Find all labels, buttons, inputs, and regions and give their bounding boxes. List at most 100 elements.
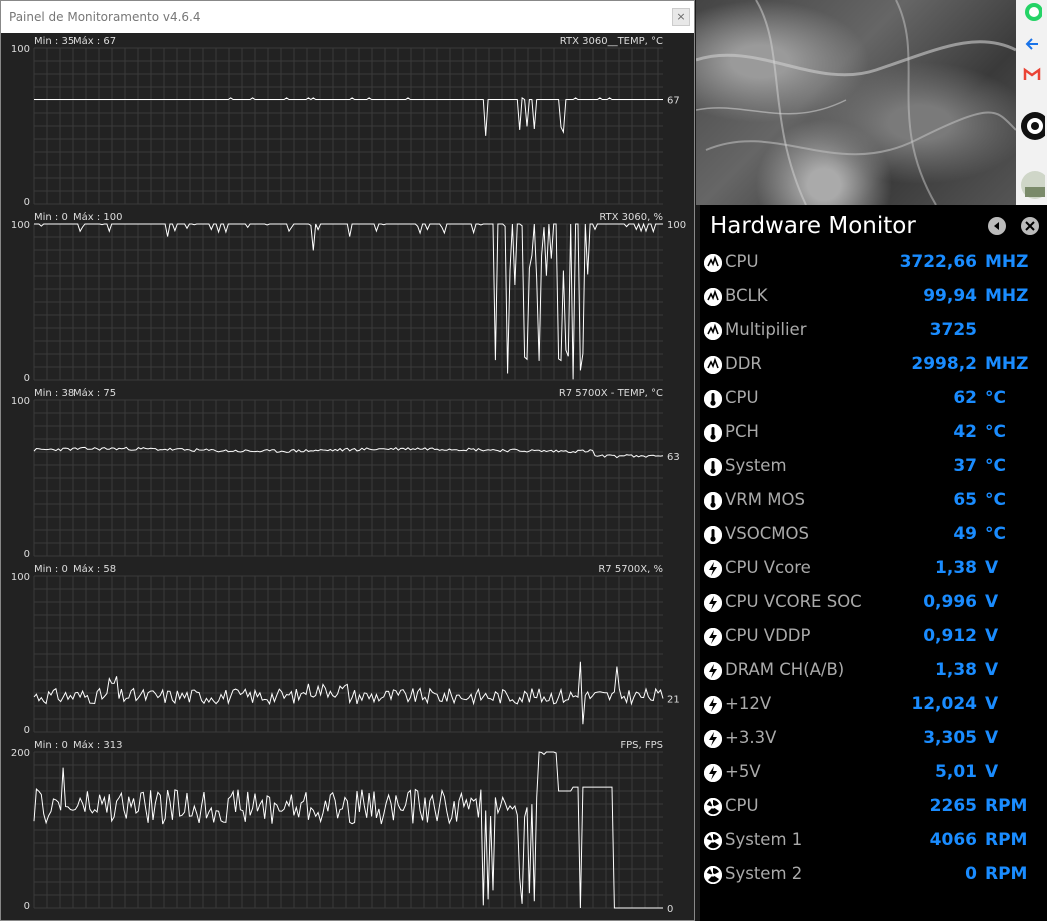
y-axis-top-label: 200 — [11, 748, 30, 759]
sensor-value: 4066 — [929, 830, 977, 850]
graph-panel: Min : 35Máx : 67 RTX 3060__TEMP, °C 100 0 67 — [1, 33, 694, 209]
sensor-value: 99,94 — [923, 286, 977, 306]
fan-icon — [704, 866, 722, 884]
sensor-unit: V — [985, 728, 999, 748]
panel-title: Hardware Monitor — [710, 213, 916, 239]
sensor-label: System 1 — [725, 830, 803, 849]
sensor-label: CPU Vcore — [725, 558, 811, 577]
graph-name: R7 5700X, % — [598, 564, 663, 575]
sensor-unit: °C — [985, 388, 1006, 408]
current-value: 21 — [667, 695, 680, 706]
min-label: Min : 0 — [34, 212, 68, 223]
sensor-unit: RPM — [985, 830, 1028, 850]
graph-background — [1, 33, 694, 209]
sensor-unit: RPM — [985, 864, 1028, 884]
min-label: Min : 0 — [34, 564, 68, 575]
fan-icon — [704, 798, 722, 816]
graph-panel: Min : 0 Máx : 313 FPS, FPS 200 0 0 — [1, 737, 694, 915]
max-label: Máx : 75 — [73, 387, 116, 399]
sensor-unit: V — [985, 660, 999, 680]
sensor-row: CPU 2265 RPM — [700, 791, 1047, 825]
back-arrow-icon[interactable] — [1016, 34, 1047, 58]
sensor-row: System 1 4066 RPM — [700, 825, 1047, 859]
window-titlebar[interactable]: Painel de Monitoramento v4.6.4 × — [1, 1, 694, 33]
sensor-value: 62 — [953, 388, 977, 408]
y-axis-bottom-label: 0 — [24, 549, 30, 560]
sensor-row: +3.3V 3,305 V — [700, 723, 1047, 757]
y-axis-top-label: 100 — [11, 572, 30, 583]
sensor-unit: V — [985, 762, 999, 782]
lightning-icon — [704, 628, 722, 646]
back-button[interactable] — [988, 217, 1006, 235]
min-label: Min : 35 — [34, 36, 74, 47]
sensor-row: DDR 2998,2 MHZ — [700, 349, 1047, 383]
thermometer-icon — [704, 390, 722, 408]
sensor-value: 1,38 — [935, 660, 977, 680]
sensor-label: DDR — [725, 354, 762, 373]
sensor-row: CPU 62 °C — [700, 383, 1047, 417]
thermometer-icon — [704, 424, 722, 442]
sensor-label: +3.3V — [725, 728, 777, 747]
lightning-icon — [704, 730, 722, 748]
y-axis-top-label: 100 — [11, 44, 30, 55]
y-axis-bottom-label: 0 — [24, 197, 30, 208]
sensor-label: System — [725, 456, 787, 475]
graphs-svg: Min : 35Máx : 67 RTX 3060__TEMP, °C 100 0 67… — [1, 33, 694, 915]
profile-avatar-1[interactable] — [1016, 98, 1047, 162]
whatsapp-icon[interactable] — [1016, 2, 1047, 26]
sensor-value: 3,305 — [923, 728, 977, 748]
sensor-label: DRAM CH(A/B) — [725, 660, 845, 679]
gmail-icon[interactable] — [1016, 66, 1047, 86]
sensor-label: CPU VDDP — [725, 626, 811, 645]
sensor-label: CPU — [725, 252, 759, 271]
sensor-unit: RPM — [985, 796, 1028, 816]
sensor-row: +5V 5,01 V — [700, 757, 1047, 791]
max-label: Máx : 100 — [73, 211, 123, 223]
y-axis-top-label: 100 — [11, 396, 30, 407]
sensor-row: System 37 °C — [700, 451, 1047, 485]
sensor-label: PCH — [725, 422, 759, 441]
sensor-unit: V — [985, 694, 999, 714]
cpu-chip-icon — [704, 356, 722, 374]
current-value: 67 — [667, 95, 680, 106]
sensor-row: Multipilier 3725 — [700, 315, 1047, 349]
window-title: Painel de Monitoramento v4.6.4 — [9, 10, 201, 24]
sensor-unit: V — [985, 592, 999, 612]
sensor-value: 2265 — [929, 796, 977, 816]
graph-panel: Min : 0 Máx : 100 RTX 3060, % 100 0 100 — [1, 209, 694, 385]
sensor-value: 42 — [953, 422, 977, 442]
sensor-label: VSOCMOS — [725, 524, 809, 543]
cpu-chip-icon — [704, 288, 722, 306]
current-value: 63 — [667, 452, 680, 463]
sensor-label: Multipilier — [725, 320, 807, 339]
sensor-value: 5,01 — [935, 762, 977, 782]
y-axis-bottom-label: 0 — [24, 373, 30, 384]
sensor-label: BCLK — [725, 286, 768, 305]
graph-background — [1, 737, 694, 913]
sensor-label: CPU VCORE SOC — [725, 592, 862, 611]
thermometer-icon — [704, 458, 722, 476]
close-panel-button[interactable] — [1021, 217, 1039, 235]
sensor-unit: °C — [985, 490, 1006, 510]
sensor-value: 37 — [953, 456, 977, 476]
sensor-unit: MHZ — [985, 286, 1029, 306]
sensor-unit: MHZ — [985, 354, 1029, 374]
graphs-area: Min : 35 Máx : 67 RTX 3060__TEMP, °C 100 0 67… — [1, 33, 694, 920]
sensor-row: CPU 3722,66 MHZ — [700, 247, 1047, 281]
sensor-value: 0,996 — [923, 592, 977, 612]
sensor-value: 0,912 — [923, 626, 977, 646]
sensor-row: CPU VDDP 0,912 V — [700, 621, 1047, 655]
sensor-value: 3725 — [929, 320, 977, 340]
min-label: Min : 38 — [34, 388, 74, 399]
graph-panel: Min : 38Máx : 75 R7 5700X - TEMP, °C 100 0 6… — [1, 385, 694, 561]
sensor-value: 3722,66 — [899, 252, 977, 272]
thermometer-icon — [704, 492, 722, 510]
sensor-unit: MHZ — [985, 252, 1029, 272]
profile-avatar-2[interactable] — [1016, 165, 1047, 207]
sensor-unit: V — [985, 558, 999, 578]
graph-name: RTX 3060, % — [599, 212, 663, 223]
sensor-row: BCLK 99,94 MHZ — [700, 281, 1047, 315]
close-button[interactable]: × — [672, 8, 690, 26]
current-value: 0 — [667, 904, 673, 915]
sensor-value: 0 — [965, 864, 977, 884]
